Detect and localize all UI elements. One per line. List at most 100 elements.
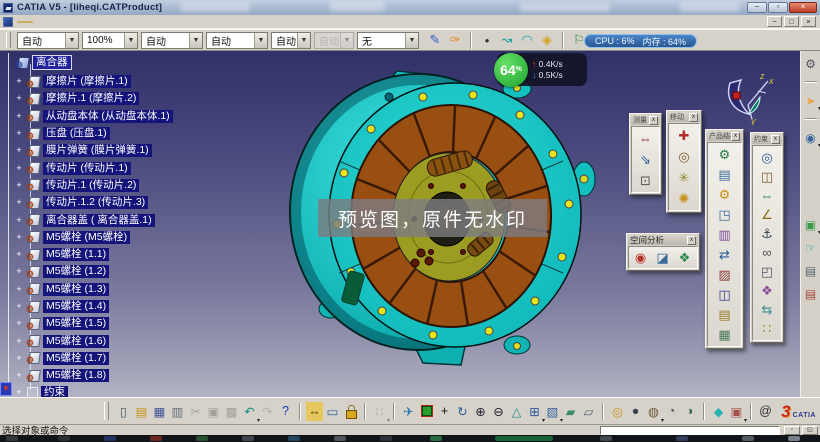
selective-load-icon[interactable]: ◫ bbox=[716, 286, 733, 303]
panel-tool-icon[interactable]: ▤ bbox=[802, 262, 819, 279]
tree-node-label[interactable]: 从动盘本体 (从动盘本体.1) bbox=[43, 109, 173, 123]
zoom-in-icon[interactable]: ⊕ bbox=[472, 402, 489, 421]
chevron-down-icon[interactable]: ▼ bbox=[297, 32, 310, 48]
expand-icon[interactable]: + bbox=[14, 111, 24, 121]
fix-constraint-icon[interactable]: ⚓ bbox=[759, 225, 776, 242]
tree-node-label[interactable]: M5螺栓 (1.2) bbox=[43, 265, 110, 279]
expand-icon[interactable]: + bbox=[14, 353, 24, 363]
measure-item-icon[interactable]: ⇘ bbox=[637, 151, 654, 168]
taskbar-icon[interactable] bbox=[6, 436, 18, 441]
tree-node[interactable]: + ⚙ M5螺栓 (1.7) bbox=[14, 350, 173, 367]
taskbar-icon[interactable] bbox=[288, 436, 300, 441]
expand-icon[interactable]: + bbox=[14, 284, 24, 294]
taskbar-icon[interactable] bbox=[742, 436, 754, 441]
panel-red-icon[interactable]: ▤ bbox=[802, 285, 819, 302]
measure-ruler-icon[interactable]: ↔ bbox=[306, 401, 323, 421]
new-product-icon[interactable]: ▤ bbox=[716, 166, 733, 183]
toolbar-dropdown[interactable]: 自动 ▼ bbox=[271, 31, 311, 49]
contact-constraint-icon[interactable]: ◫ bbox=[759, 168, 776, 185]
at-icon[interactable]: @ bbox=[757, 402, 774, 421]
tree-node-label[interactable]: 摩擦片 (摩擦片.1) bbox=[43, 75, 131, 89]
mdi-close-button[interactable]: × bbox=[801, 16, 816, 27]
paste-icon[interactable]: ▩ bbox=[223, 402, 240, 421]
render-style-icon[interactable]: ▰ bbox=[562, 402, 579, 421]
fly-mode-icon[interactable]: ✈ bbox=[400, 402, 417, 421]
chevron-down-icon[interactable]: ▼ bbox=[405, 32, 418, 48]
palette-titlebar[interactable]: 产品结构工具 x bbox=[707, 131, 742, 141]
tree-node[interactable]: + ⚙ 传动片.1 (传动片.2) bbox=[14, 177, 173, 194]
recorder-overlay[interactable]: 64% ↑ 0.4K/s ↓ 0.5K/s bbox=[494, 52, 587, 87]
tree-node[interactable]: + ⚙ 从动盘本体 (从动盘本体.1) bbox=[14, 108, 173, 125]
palette-titlebar[interactable]: 空间分析 x bbox=[628, 235, 698, 245]
screen-window-icon[interactable]: ▣ bbox=[728, 402, 747, 424]
expand-icon[interactable]: + bbox=[14, 146, 24, 155]
3d-viewport[interactable]: ⚙ 离合器 + ⚙ 摩擦片 (摩擦片.1) + ⚙ 摩擦片.1 (摩擦片.2) … bbox=[0, 51, 820, 397]
expand-icon[interactable]: + bbox=[14, 129, 24, 138]
status-btn-2[interactable]: ◱ bbox=[802, 426, 818, 435]
status-btn-1[interactable]: ▫ bbox=[784, 426, 800, 435]
tree-node[interactable]: + ⚙ 离合器盖 ( 离合器盖.1) bbox=[14, 211, 173, 228]
mdi-minimize-button[interactable]: − bbox=[767, 16, 782, 27]
copy-icon[interactable]: ▣ bbox=[205, 402, 222, 421]
cut-icon[interactable]: ✂ bbox=[187, 402, 204, 421]
taskbar-icon[interactable] bbox=[150, 436, 162, 441]
zoom-out-icon[interactable]: ⊖ bbox=[490, 402, 507, 421]
toolbar-dropdown[interactable]: 无 ▼ bbox=[357, 31, 419, 49]
diamond-icon[interactable]: ◈ bbox=[538, 31, 556, 49]
change-constraint-icon[interactable]: ⇆ bbox=[759, 301, 776, 318]
arc-icon[interactable]: ◠ bbox=[518, 31, 536, 49]
smart-move-icon[interactable]: ✳ bbox=[676, 169, 693, 186]
compass-rotate-icon[interactable]: ◉ bbox=[802, 129, 820, 150]
palette-titlebar[interactable]: 约束 x bbox=[752, 134, 782, 144]
windows-taskbar[interactable] bbox=[0, 435, 820, 442]
taskbar-icon[interactable] bbox=[600, 436, 612, 441]
fix-together-icon[interactable]: ∞ bbox=[759, 244, 776, 261]
expand-icon[interactable]: + bbox=[14, 319, 24, 328]
undo-icon[interactable]: ↶ bbox=[241, 402, 260, 424]
taskbar-icon[interactable] bbox=[334, 436, 346, 441]
close-button[interactable]: × bbox=[789, 2, 817, 13]
taskbar-icon[interactable] bbox=[380, 436, 392, 441]
wireframe-mode-icon[interactable]: ◍ bbox=[645, 402, 664, 424]
box-analysis-icon[interactable]: ▣ bbox=[802, 216, 820, 237]
palette-titlebar[interactable]: 移动 x bbox=[668, 112, 700, 122]
manage-representations-icon[interactable]: ▤ bbox=[716, 306, 733, 323]
command-input[interactable] bbox=[600, 426, 780, 435]
measure-between-icon[interactable]: ⇔ bbox=[637, 130, 654, 147]
half-mode-icon[interactable]: ◑ bbox=[681, 402, 698, 421]
taskbar-icon[interactable] bbox=[430, 436, 442, 441]
new-component-icon[interactable]: ⚙ bbox=[716, 146, 733, 163]
pan-icon[interactable]: + bbox=[436, 402, 453, 421]
tree-node[interactable]: + ⚙ M5螺栓 (1.8) bbox=[14, 367, 173, 384]
expand-icon[interactable]: + bbox=[14, 336, 24, 346]
tree-scroll-indicator[interactable]: ▼ bbox=[0, 382, 12, 396]
expand-icon[interactable]: + bbox=[14, 267, 24, 276]
tree-node[interactable]: + ⚙ 膜片弹簧 (膜片弹簧.1) bbox=[14, 142, 173, 159]
taskbar-icon[interactable] bbox=[788, 436, 800, 441]
tree-node-label[interactable]: M5螺栓 (1.3) bbox=[43, 282, 110, 296]
tree-node-label[interactable]: M5螺栓 (1.6) bbox=[43, 334, 110, 348]
tree-node[interactable]: + ⚙ M5螺栓 (1.1) bbox=[14, 246, 173, 263]
render-style-alt-icon[interactable]: ▱ bbox=[580, 402, 597, 421]
taskbar-icon[interactable] bbox=[58, 436, 70, 441]
toolbar-dropdown[interactable]: 自动 ▼ bbox=[314, 31, 354, 49]
expand-icon[interactable]: + bbox=[14, 198, 24, 207]
shading-mode-icon[interactable]: ◎ bbox=[609, 402, 626, 421]
close-icon[interactable]: x bbox=[771, 134, 780, 144]
view-compass[interactable]: x y z bbox=[722, 71, 780, 125]
mdi-restore-button[interactable]: □ bbox=[784, 16, 799, 27]
reuse-pattern-icon[interactable]: ∷ bbox=[759, 320, 776, 337]
chevron-down-icon[interactable]: ▼ bbox=[340, 32, 353, 48]
chevron-down-icon[interactable]: ▼ bbox=[189, 32, 202, 48]
palette-titlebar[interactable]: 测量 x bbox=[631, 115, 660, 125]
tree-node[interactable]: + ⚙ M5螺栓 (1.2) bbox=[14, 263, 173, 280]
tree-node[interactable]: + ⚙ 摩擦片 (摩擦片.1) bbox=[14, 73, 173, 90]
close-icon[interactable]: x bbox=[687, 235, 696, 245]
tree-node[interactable]: + ⚙ 传动片 (传动片.1) bbox=[14, 159, 173, 176]
print-icon[interactable]: ▥ bbox=[169, 402, 186, 421]
dot-icon[interactable]: • bbox=[478, 31, 496, 49]
close-icon[interactable]: x bbox=[649, 115, 658, 125]
menu-item[interactable] bbox=[17, 20, 33, 23]
expand-icon[interactable]: + bbox=[14, 302, 24, 311]
fit-all-icon[interactable] bbox=[418, 402, 435, 421]
